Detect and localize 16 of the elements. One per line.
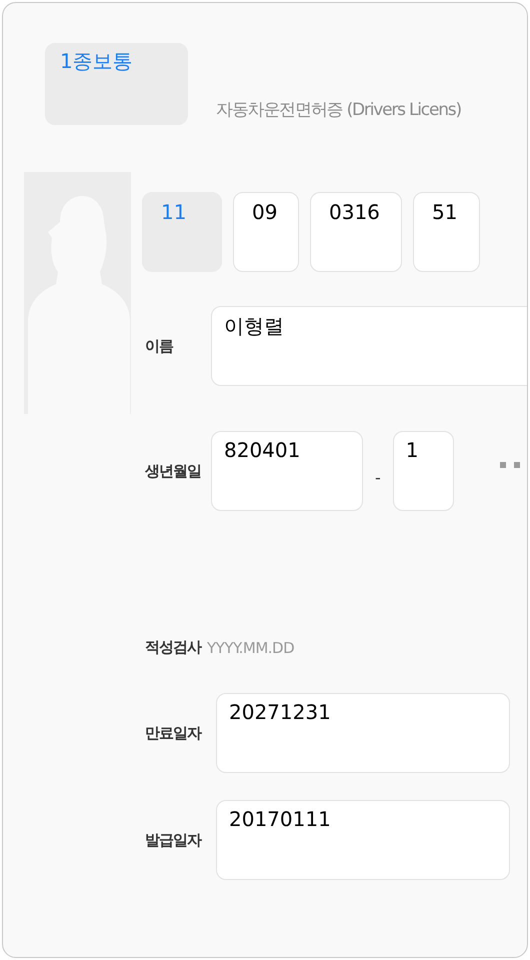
issue-date-label: 발급일자 (144, 830, 202, 850)
aptitude-test-label: 적성검사 (144, 638, 201, 657)
expiry-date-field[interactable]: 20271231 (216, 693, 510, 773)
license-number-field[interactable]: 09 (233, 192, 299, 272)
name-label: 이름 (144, 336, 174, 356)
birth-date-label: 생년월일 (144, 462, 202, 480)
masked-dots-icon (500, 462, 520, 468)
name-field[interactable]: 이형렬 (211, 306, 527, 386)
birth-date-field[interactable]: 820401 (211, 431, 363, 511)
card-title: 자동차운전면허증 (Drivers Licens) (216, 99, 461, 121)
separator-dash: - (375, 468, 381, 486)
expiry-date-label: 만료일자 (144, 724, 202, 742)
gender-digit-field[interactable]: 1 (392, 431, 454, 511)
license-number-field[interactable]: 51 (413, 192, 480, 272)
license-number-field[interactable]: 0316 (310, 192, 402, 272)
issue-date-field[interactable]: 20170111 (216, 800, 510, 880)
